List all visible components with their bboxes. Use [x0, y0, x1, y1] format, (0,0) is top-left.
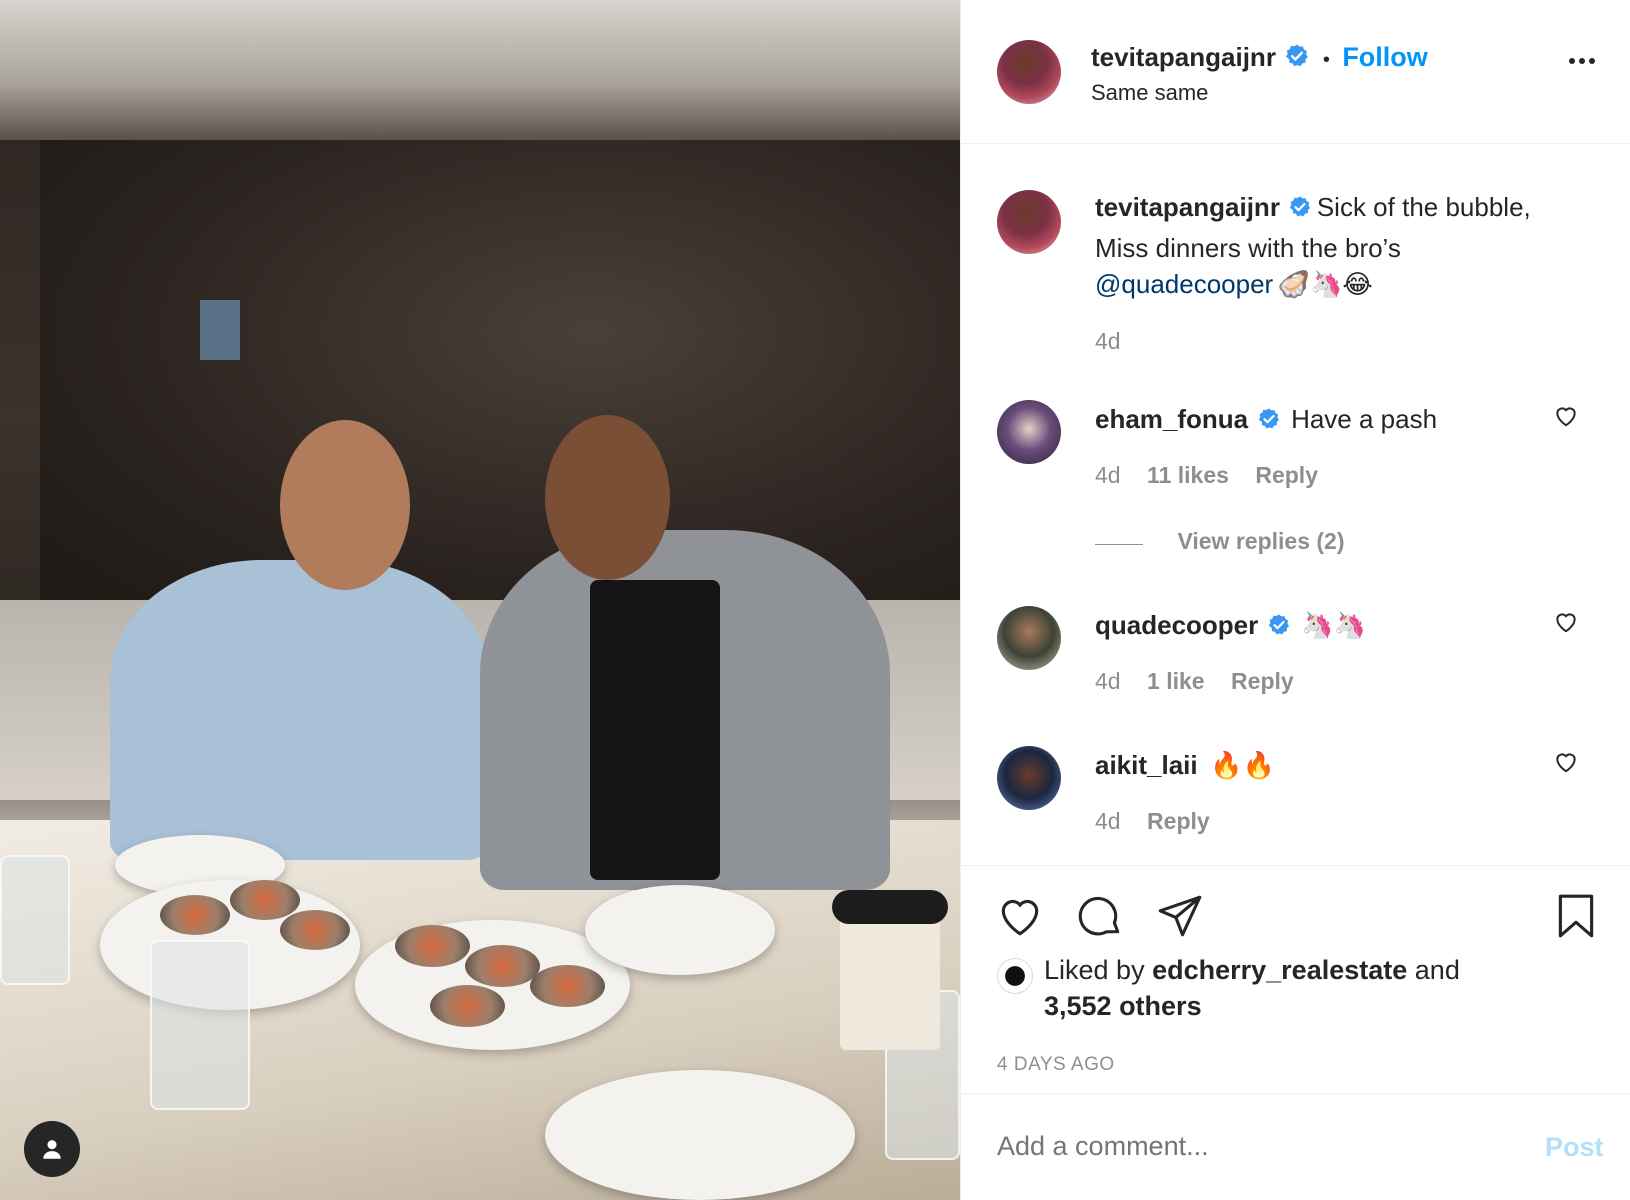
- caption-emojis: 🦪🦄😂: [1277, 269, 1373, 299]
- verified-badge-icon: [1290, 196, 1311, 217]
- author-avatar[interactable]: [997, 40, 1061, 104]
- comment-likes[interactable]: 11 likes: [1147, 462, 1229, 488]
- commenter-avatar[interactable]: [997, 400, 1061, 464]
- tagged-users-button[interactable]: [24, 1121, 80, 1177]
- share-icon[interactable]: [1155, 891, 1205, 941]
- liker-username[interactable]: edcherry_realestate: [1152, 955, 1407, 985]
- post-comment-button[interactable]: Post: [1545, 1132, 1604, 1163]
- comment-username[interactable]: quadecooper: [1095, 610, 1258, 640]
- comment-icon[interactable]: [1075, 891, 1125, 941]
- post-header: tevitapangaijnr • Follow Same same: [961, 0, 1630, 144]
- comment-text: 🦄🦄: [1301, 610, 1366, 640]
- comment-form: Post: [961, 1093, 1630, 1200]
- verified-badge-icon: [1268, 614, 1289, 635]
- follow-button[interactable]: Follow: [1342, 42, 1427, 72]
- comment-time[interactable]: 4d: [1095, 808, 1121, 834]
- caption-avatar[interactable]: [997, 190, 1061, 254]
- post-details-panel: tevitapangaijnr • Follow Same same tevit…: [960, 0, 1630, 1200]
- bookmark-icon[interactable]: [1551, 891, 1601, 941]
- caption-text-line2: Miss dinners with the bro’s: [1095, 233, 1401, 263]
- reply-button[interactable]: Reply: [1147, 808, 1210, 834]
- caption-username[interactable]: tevitapangaijnr: [1095, 192, 1280, 222]
- comment-time[interactable]: 4d: [1095, 668, 1121, 694]
- more-options-icon[interactable]: [1569, 58, 1595, 64]
- reply-button[interactable]: Reply: [1255, 462, 1318, 488]
- commenter-avatar[interactable]: [997, 746, 1061, 810]
- reply-button[interactable]: Reply: [1231, 668, 1294, 694]
- post-timestamp[interactable]: 4 DAYS AGO: [997, 1054, 1115, 1076]
- caption-time[interactable]: 4d: [1095, 328, 1121, 355]
- heart-icon[interactable]: [1553, 749, 1579, 775]
- like-heart-icon[interactable]: [995, 891, 1045, 941]
- comment-likes[interactable]: 1 like: [1147, 668, 1205, 694]
- author-username[interactable]: tevitapangaijnr: [1091, 42, 1276, 72]
- verified-badge-icon: [1258, 408, 1279, 429]
- post-location[interactable]: Same same: [1091, 80, 1208, 106]
- caption-text-line1: Sick of the bubble,: [1316, 192, 1531, 222]
- comment-text: Have a pash: [1291, 404, 1438, 434]
- commenter-avatar[interactable]: [997, 606, 1061, 670]
- view-replies-label: View replies (2): [1177, 528, 1345, 554]
- view-replies-button[interactable]: View replies (2): [1095, 528, 1345, 555]
- comment-text: 🔥🔥: [1210, 750, 1275, 780]
- heart-icon[interactable]: [1553, 609, 1579, 635]
- post-photo[interactable]: [0, 0, 960, 1200]
- caption-mention[interactable]: @quadecooper: [1095, 269, 1273, 299]
- user-icon: [43, 1140, 61, 1159]
- likes-summary: Liked by edcherry_realestate and 3,552 o…: [1044, 955, 1460, 1021]
- comment-username[interactable]: eham_fonua: [1095, 404, 1248, 434]
- comment-input[interactable]: [997, 1124, 1497, 1168]
- comment-time[interactable]: 4d: [1095, 462, 1121, 488]
- verified-badge-icon: [1286, 44, 1309, 67]
- likes-others[interactable]: 3,552 others: [1044, 991, 1202, 1021]
- liker-avatar[interactable]: [997, 958, 1033, 994]
- heart-icon[interactable]: [1553, 403, 1579, 429]
- comment-username[interactable]: aikit_laii: [1095, 750, 1198, 780]
